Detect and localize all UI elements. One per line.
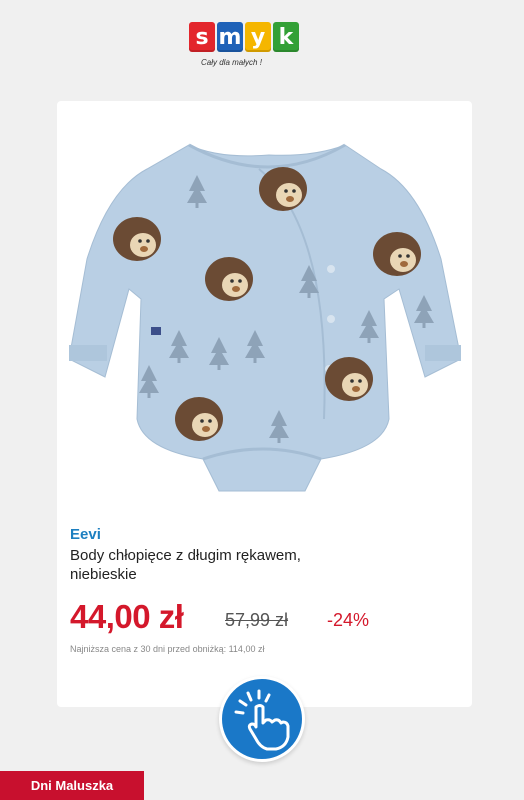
logo-tile: y bbox=[245, 22, 271, 52]
current-price: 44,00 zł bbox=[70, 598, 184, 635]
logo-tile: m bbox=[217, 22, 243, 52]
logo-tile: k bbox=[273, 22, 299, 52]
logo-tagline: Cały dla małych ! bbox=[201, 58, 262, 67]
product-brand[interactable]: Eevi bbox=[70, 526, 101, 543]
discount-badge: -24% bbox=[327, 610, 370, 630]
tap-cta-button[interactable] bbox=[219, 676, 305, 762]
smyk-logo: s m y k Cały dla małych ! bbox=[189, 22, 335, 74]
product-card[interactable]: Eevi Body chłopięce z długim rękawem, ni… bbox=[57, 101, 472, 707]
dni-maluszka-badge[interactable]: Dni Maluszka bbox=[0, 771, 144, 800]
price-row: 44,00 zł 57,99 zł -24% bbox=[70, 598, 460, 638]
product-title[interactable]: Body chłopięce z długim rękawem, niebies… bbox=[70, 546, 310, 584]
old-price: 57,99 zł bbox=[225, 610, 289, 630]
baby-bodysuit-hedgehog-image bbox=[68, 143, 462, 492]
lowest-price-note: Najniższa cena z 30 dni przed obniżką: 1… bbox=[70, 644, 265, 654]
tap-hand-icon bbox=[234, 689, 290, 751]
product-image[interactable] bbox=[68, 119, 462, 509]
logo-tile: s bbox=[189, 22, 215, 52]
logo-tiles: s m y k bbox=[189, 22, 335, 52]
